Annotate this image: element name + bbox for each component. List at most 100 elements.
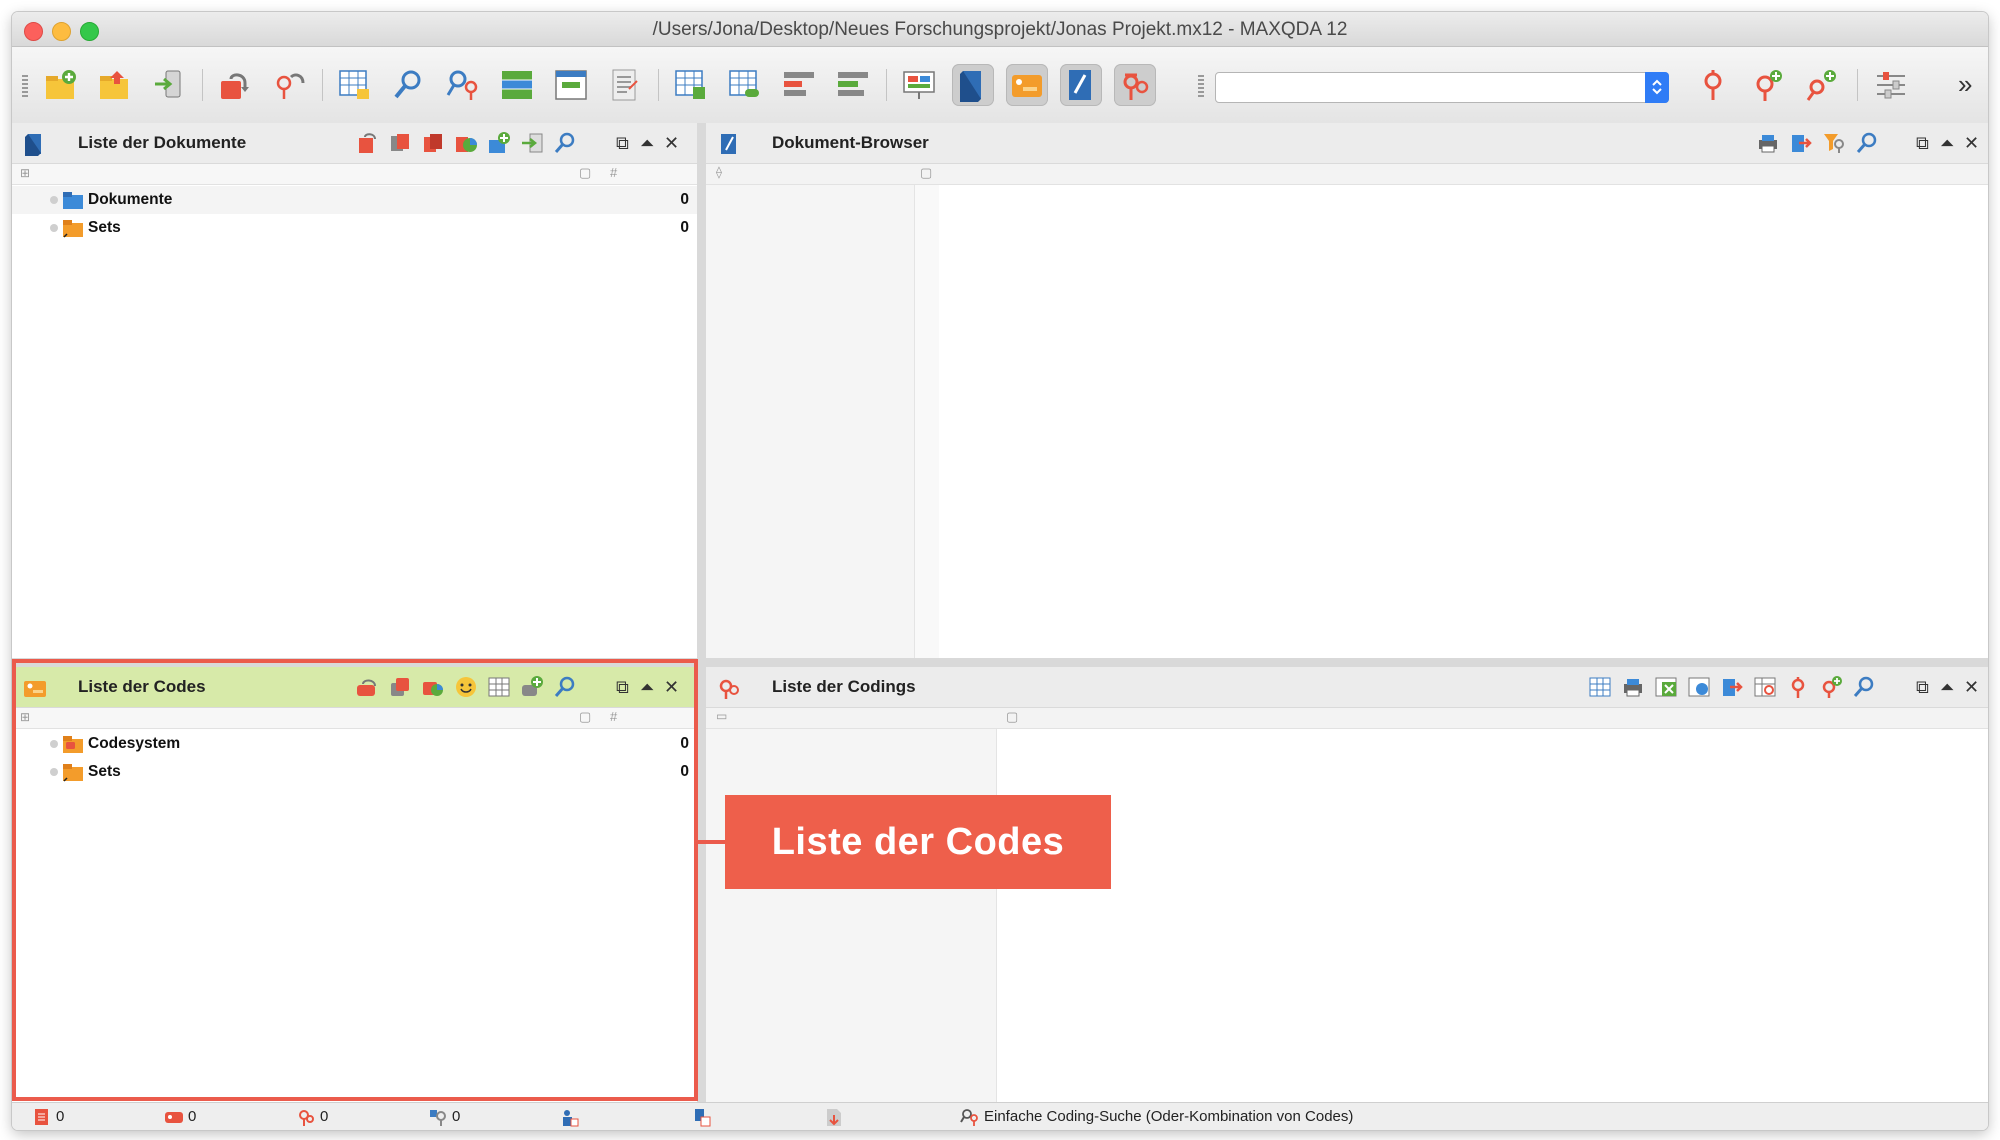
download-document-icon xyxy=(827,1109,841,1126)
count-column-icon[interactable]: # xyxy=(610,165,617,180)
code-matrix-button[interactable] xyxy=(496,64,538,106)
combo-dropdown-arrow[interactable] xyxy=(1645,72,1669,103)
new-project-button[interactable] xyxy=(40,64,82,106)
paraphrase-button[interactable] xyxy=(832,64,874,106)
status-search-mode-label: Einfache Coding-Suche (Oder-Kombination … xyxy=(984,1108,1354,1125)
document-list-icon xyxy=(25,134,41,156)
document-table-button[interactable] xyxy=(334,64,376,106)
maximize-panel-button[interactable]: ⏶ xyxy=(640,134,654,152)
tree-row-dokumente[interactable]: Dokumente 0 xyxy=(12,186,697,214)
memo-column-icon: ▢ xyxy=(920,165,933,180)
undo-button[interactable] xyxy=(214,64,256,106)
presentation-button[interactable] xyxy=(898,64,940,106)
code-button[interactable] xyxy=(1692,64,1734,106)
doc-groups-icon[interactable] xyxy=(421,131,445,155)
summary-button[interactable] xyxy=(778,64,820,106)
overview-links-button[interactable] xyxy=(724,64,766,106)
settings-button[interactable] xyxy=(1870,64,1912,106)
code-pin-icon xyxy=(1704,70,1722,100)
codings-list-icon xyxy=(719,679,739,699)
import-doc-icon[interactable] xyxy=(520,131,544,155)
export-docs-icon[interactable] xyxy=(1720,675,1744,699)
relations-icon xyxy=(555,70,587,100)
status-bar: 0 0 0 0 Einfache Coding-Suche (Oder-Komb… xyxy=(12,1102,1988,1130)
document-browser-panel: Dokument-Browser ⧉ ⏶ ✕ ⟠ ▢ xyxy=(706,123,1988,658)
maximize-panel-button[interactable]: ⏶ xyxy=(1940,678,1954,696)
codings-list-header: Liste der Codings ⧉ ⏶ ✕ xyxy=(706,667,1988,708)
memo-overview-button[interactable] xyxy=(604,64,646,106)
status-memos-count: 0 xyxy=(452,1108,461,1125)
code-relations-button[interactable] xyxy=(550,64,592,106)
title-bar: /Users/Jona/Desktop/Neues Forschungsproj… xyxy=(12,12,1988,47)
undock-panel-button[interactable]: ⧉ xyxy=(1916,678,1929,696)
toolbar-overflow-button[interactable]: » xyxy=(1958,69,1972,100)
export-icon[interactable] xyxy=(1789,131,1813,155)
tree-row-sets[interactable]: Sets 0 xyxy=(12,214,697,242)
code-red-icon xyxy=(165,1112,183,1123)
open-project-button[interactable] xyxy=(94,64,136,106)
undo-icon xyxy=(221,73,249,99)
import-button[interactable] xyxy=(148,64,190,106)
codings-list-ruler: ▭ ▢ xyxy=(706,708,1988,729)
search-codings-icon[interactable] xyxy=(1852,675,1876,699)
toggle-document-browser-button[interactable] xyxy=(1060,64,1102,106)
export-excel-icon[interactable] xyxy=(1654,675,1678,699)
status-search-mode[interactable]: Einfache Coding-Suche (Oder-Kombination … xyxy=(960,1107,1460,1127)
toolbar-grip[interactable] xyxy=(22,75,28,99)
lexical-search-button[interactable] xyxy=(388,64,430,106)
status-documents-count: 0 xyxy=(56,1108,65,1125)
import-icon xyxy=(155,70,181,98)
paraphrase-icon xyxy=(838,72,868,96)
table-icon xyxy=(339,70,369,99)
toolbar-grip-2[interactable] xyxy=(1198,75,1204,99)
search-docs-icon[interactable] xyxy=(553,131,577,155)
new-doc-icon[interactable] xyxy=(487,131,511,155)
vertical-splitter[interactable] xyxy=(697,123,706,1103)
search-document-icon[interactable] xyxy=(1855,131,1879,155)
codings-list-title: Liste der Codings xyxy=(772,677,916,696)
toggle-document-list-button[interactable] xyxy=(952,64,994,106)
status-codings-count: 0 xyxy=(320,1108,329,1125)
codings-list-tools xyxy=(1588,675,1888,701)
doc-colors-icon[interactable] xyxy=(454,131,478,155)
new-project-icon xyxy=(46,70,76,99)
toggle-code-list-button[interactable] xyxy=(1006,64,1048,106)
retrieve-segments-button[interactable] xyxy=(442,64,484,106)
document-list-icon xyxy=(960,71,981,102)
new-code-with-color-button[interactable] xyxy=(1800,64,1842,106)
maximize-panel-button[interactable]: ⏶ xyxy=(1940,134,1954,152)
document-browser-ruler: ⟠ ▢ xyxy=(706,164,1988,185)
close-panel-button[interactable]: ✕ xyxy=(664,134,679,152)
new-code-icon[interactable] xyxy=(1819,675,1843,699)
undock-panel-button[interactable]: ⧉ xyxy=(616,134,629,152)
redo-icon xyxy=(276,73,305,99)
table-view-icon[interactable] xyxy=(1588,675,1612,699)
toggle-codings-list-button[interactable] xyxy=(1114,64,1156,106)
code-search-combobox[interactable] xyxy=(1215,72,1669,103)
undock-panel-button[interactable]: ⧉ xyxy=(1916,134,1929,152)
close-panel-button[interactable]: ✕ xyxy=(1964,134,1979,152)
new-code-button[interactable] xyxy=(1746,64,1788,106)
retrieve-icon xyxy=(446,70,478,100)
codings-list-icon xyxy=(1123,73,1149,100)
redo-button[interactable] xyxy=(268,64,310,106)
memo-column-icon[interactable]: ▢ xyxy=(579,165,591,181)
doc-sets-icon[interactable] xyxy=(388,131,412,155)
document-browser-icon xyxy=(721,134,736,154)
overview-codings-button[interactable] xyxy=(670,64,712,106)
close-panel-button[interactable]: ✕ xyxy=(1964,678,1979,696)
filter-codes-icon[interactable] xyxy=(1822,131,1846,155)
up-down-chevron-icon xyxy=(1652,79,1662,95)
code-column-icon: ⟠ xyxy=(716,165,722,179)
print-icon[interactable] xyxy=(1756,131,1780,155)
folder-blue-icon xyxy=(63,192,83,209)
codings-source-area xyxy=(706,729,997,1103)
document-browser-tools xyxy=(1756,131,1886,157)
code-pin-icon[interactable] xyxy=(1786,675,1810,699)
print-icon[interactable] xyxy=(1621,675,1645,699)
export-html-icon[interactable] xyxy=(1687,675,1711,699)
summary-icon xyxy=(784,72,814,96)
status-codes-count: 0 xyxy=(188,1108,197,1125)
export-table-codes-icon[interactable] xyxy=(1753,675,1777,699)
activate-docs-icon[interactable] xyxy=(355,131,379,155)
